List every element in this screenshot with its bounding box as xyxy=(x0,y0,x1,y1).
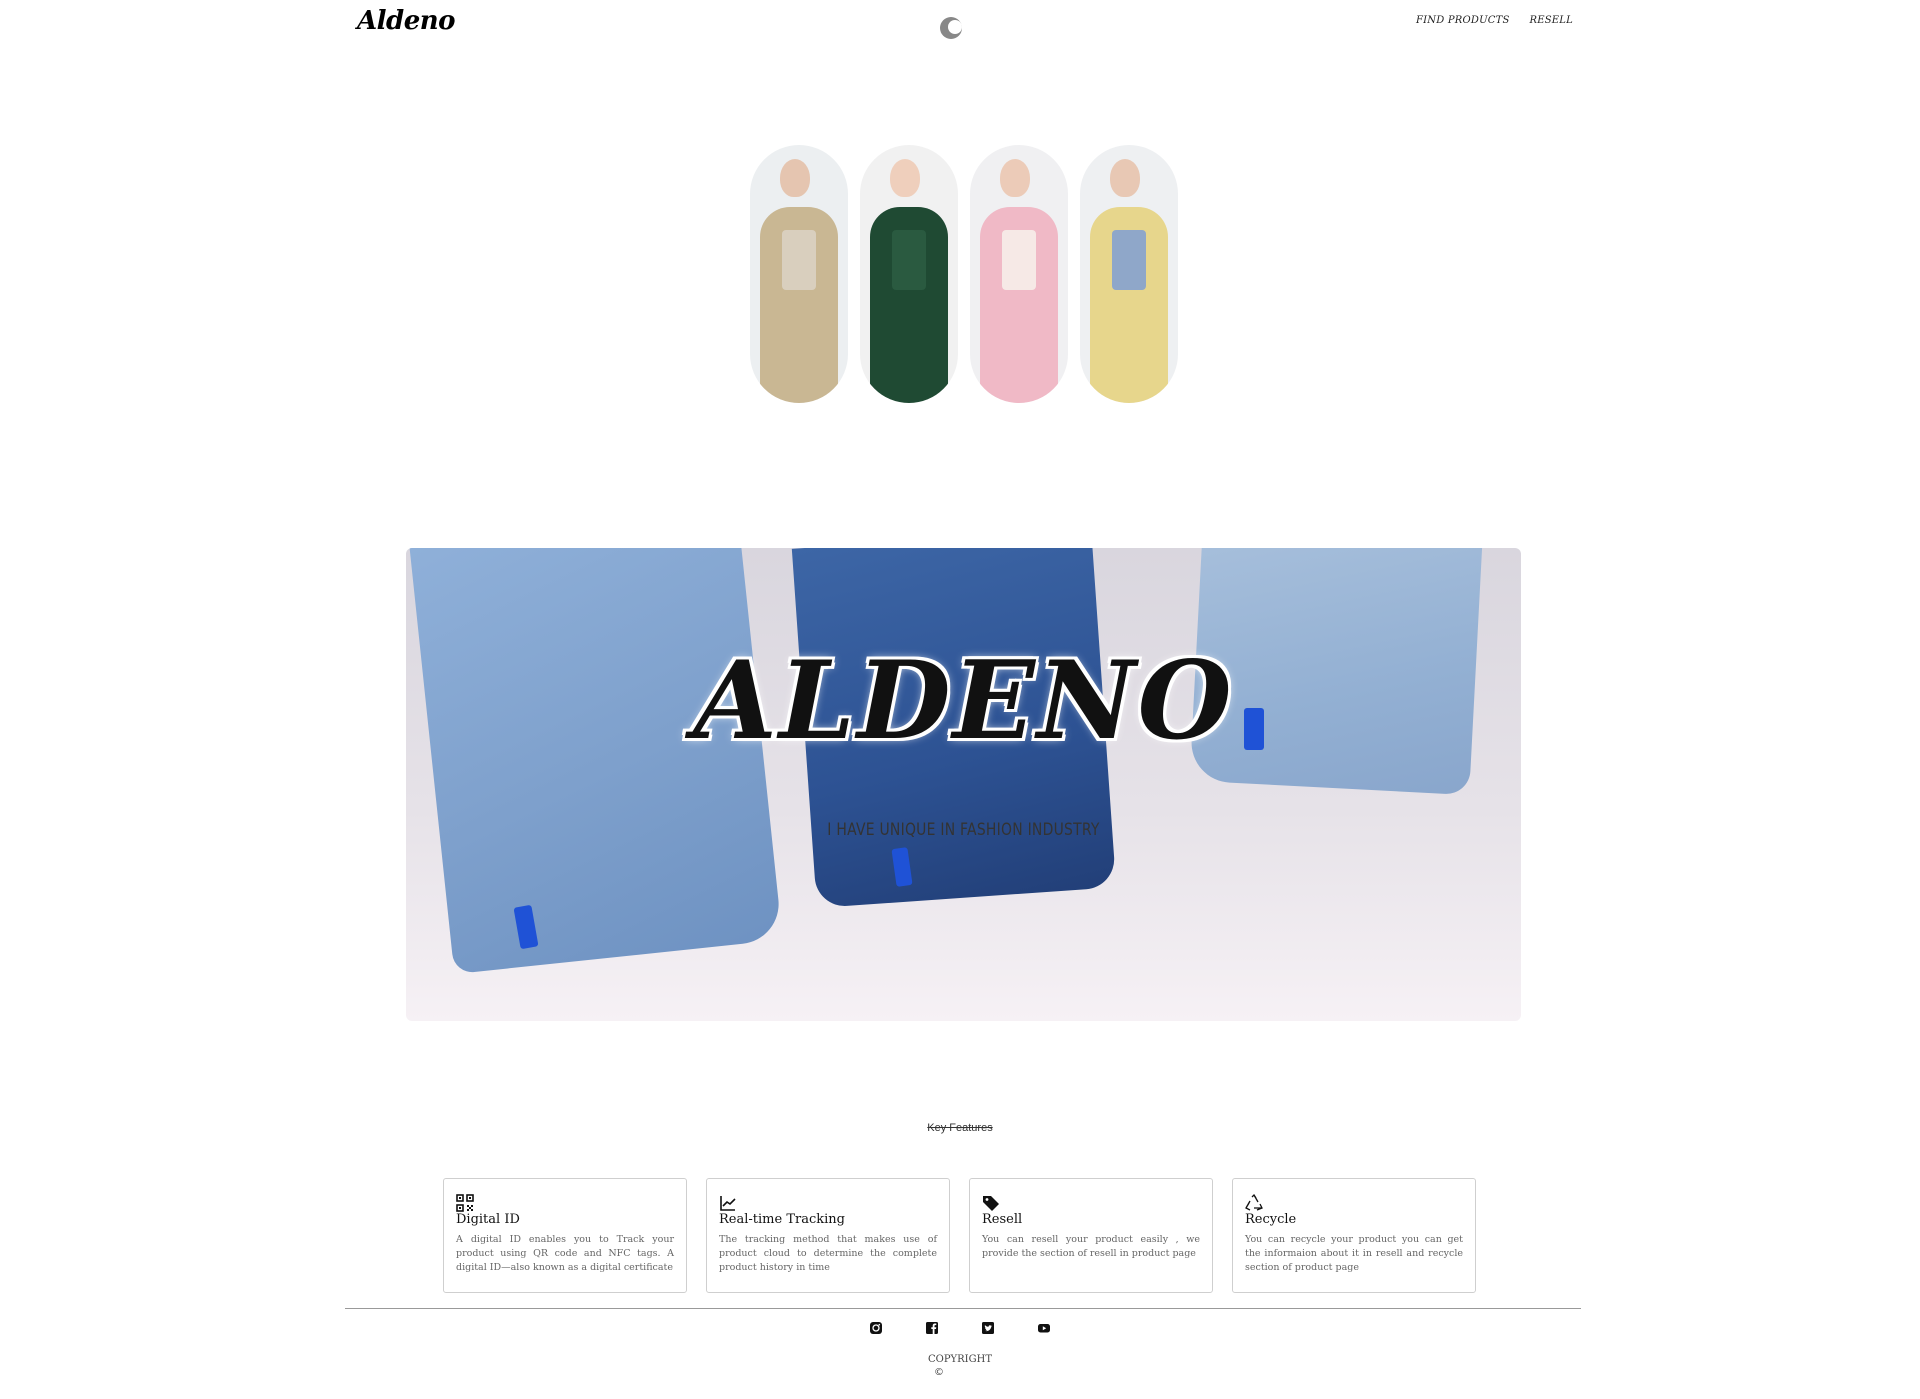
feature-description: The tracking method that makes use of pr… xyxy=(719,1234,937,1273)
feature-card-recycle: Recycle You can recycle your product you… xyxy=(1232,1178,1476,1293)
model-photo-1 xyxy=(750,145,848,403)
feature-description: You can recycle your product you can get… xyxy=(1245,1234,1463,1273)
feature-title: Real-time Tracking xyxy=(719,1212,845,1227)
copyright-text: COPYRIGHT xyxy=(927,1354,993,1365)
tag-icon xyxy=(983,1196,999,1211)
twitter-icon[interactable] xyxy=(981,1321,995,1335)
facebook-icon[interactable] xyxy=(925,1321,939,1335)
hero-subtitle: I HAVE UNIQUE IN FASHION INDUSTRY xyxy=(827,820,1100,840)
features-list: Digital ID A digital ID enables you to T… xyxy=(443,1178,1476,1293)
hero-banner: ALDENO I HAVE UNIQUE IN FASHION INDUSTRY xyxy=(406,548,1521,1021)
feature-card-resell: Resell You can resell your product easil… xyxy=(969,1178,1213,1293)
hero-title: ALDENO xyxy=(693,638,1234,764)
model-photo-3 xyxy=(970,145,1068,403)
model-gallery xyxy=(750,145,1178,403)
social-links xyxy=(869,1321,1051,1335)
model-photo-4 xyxy=(1080,145,1178,403)
top-nav: FIND PRODUCTS RESELL xyxy=(1416,15,1573,26)
copyright-symbol: © xyxy=(934,1367,944,1378)
model-photo-2 xyxy=(860,145,958,403)
feature-card-tracking: Real-time Tracking The tracking method t… xyxy=(706,1178,950,1293)
footer-divider xyxy=(345,1308,1581,1309)
feature-card-digital-id: Digital ID A digital ID enables you to T… xyxy=(443,1178,687,1293)
brand-logo[interactable]: Aldeno xyxy=(357,6,456,36)
qr-code-icon xyxy=(456,1194,474,1212)
features-heading: Key Features xyxy=(927,1122,993,1134)
feature-description: You can resell your product easily , we … xyxy=(982,1234,1200,1259)
feature-description: A digital ID enables you to Track your p… xyxy=(456,1234,674,1273)
instagram-icon[interactable] xyxy=(869,1321,883,1335)
feature-title: Resell xyxy=(982,1212,1023,1227)
youtube-icon[interactable] xyxy=(1037,1321,1051,1335)
recycle-icon xyxy=(1245,1194,1263,1211)
feature-title: Recycle xyxy=(1245,1212,1297,1227)
nav-resell[interactable]: RESELL xyxy=(1530,15,1573,26)
line-chart-icon xyxy=(720,1196,736,1211)
feature-title: Digital ID xyxy=(456,1212,520,1227)
nav-find-products[interactable]: FIND PRODUCTS xyxy=(1416,15,1510,26)
moon-icon[interactable] xyxy=(940,17,962,39)
